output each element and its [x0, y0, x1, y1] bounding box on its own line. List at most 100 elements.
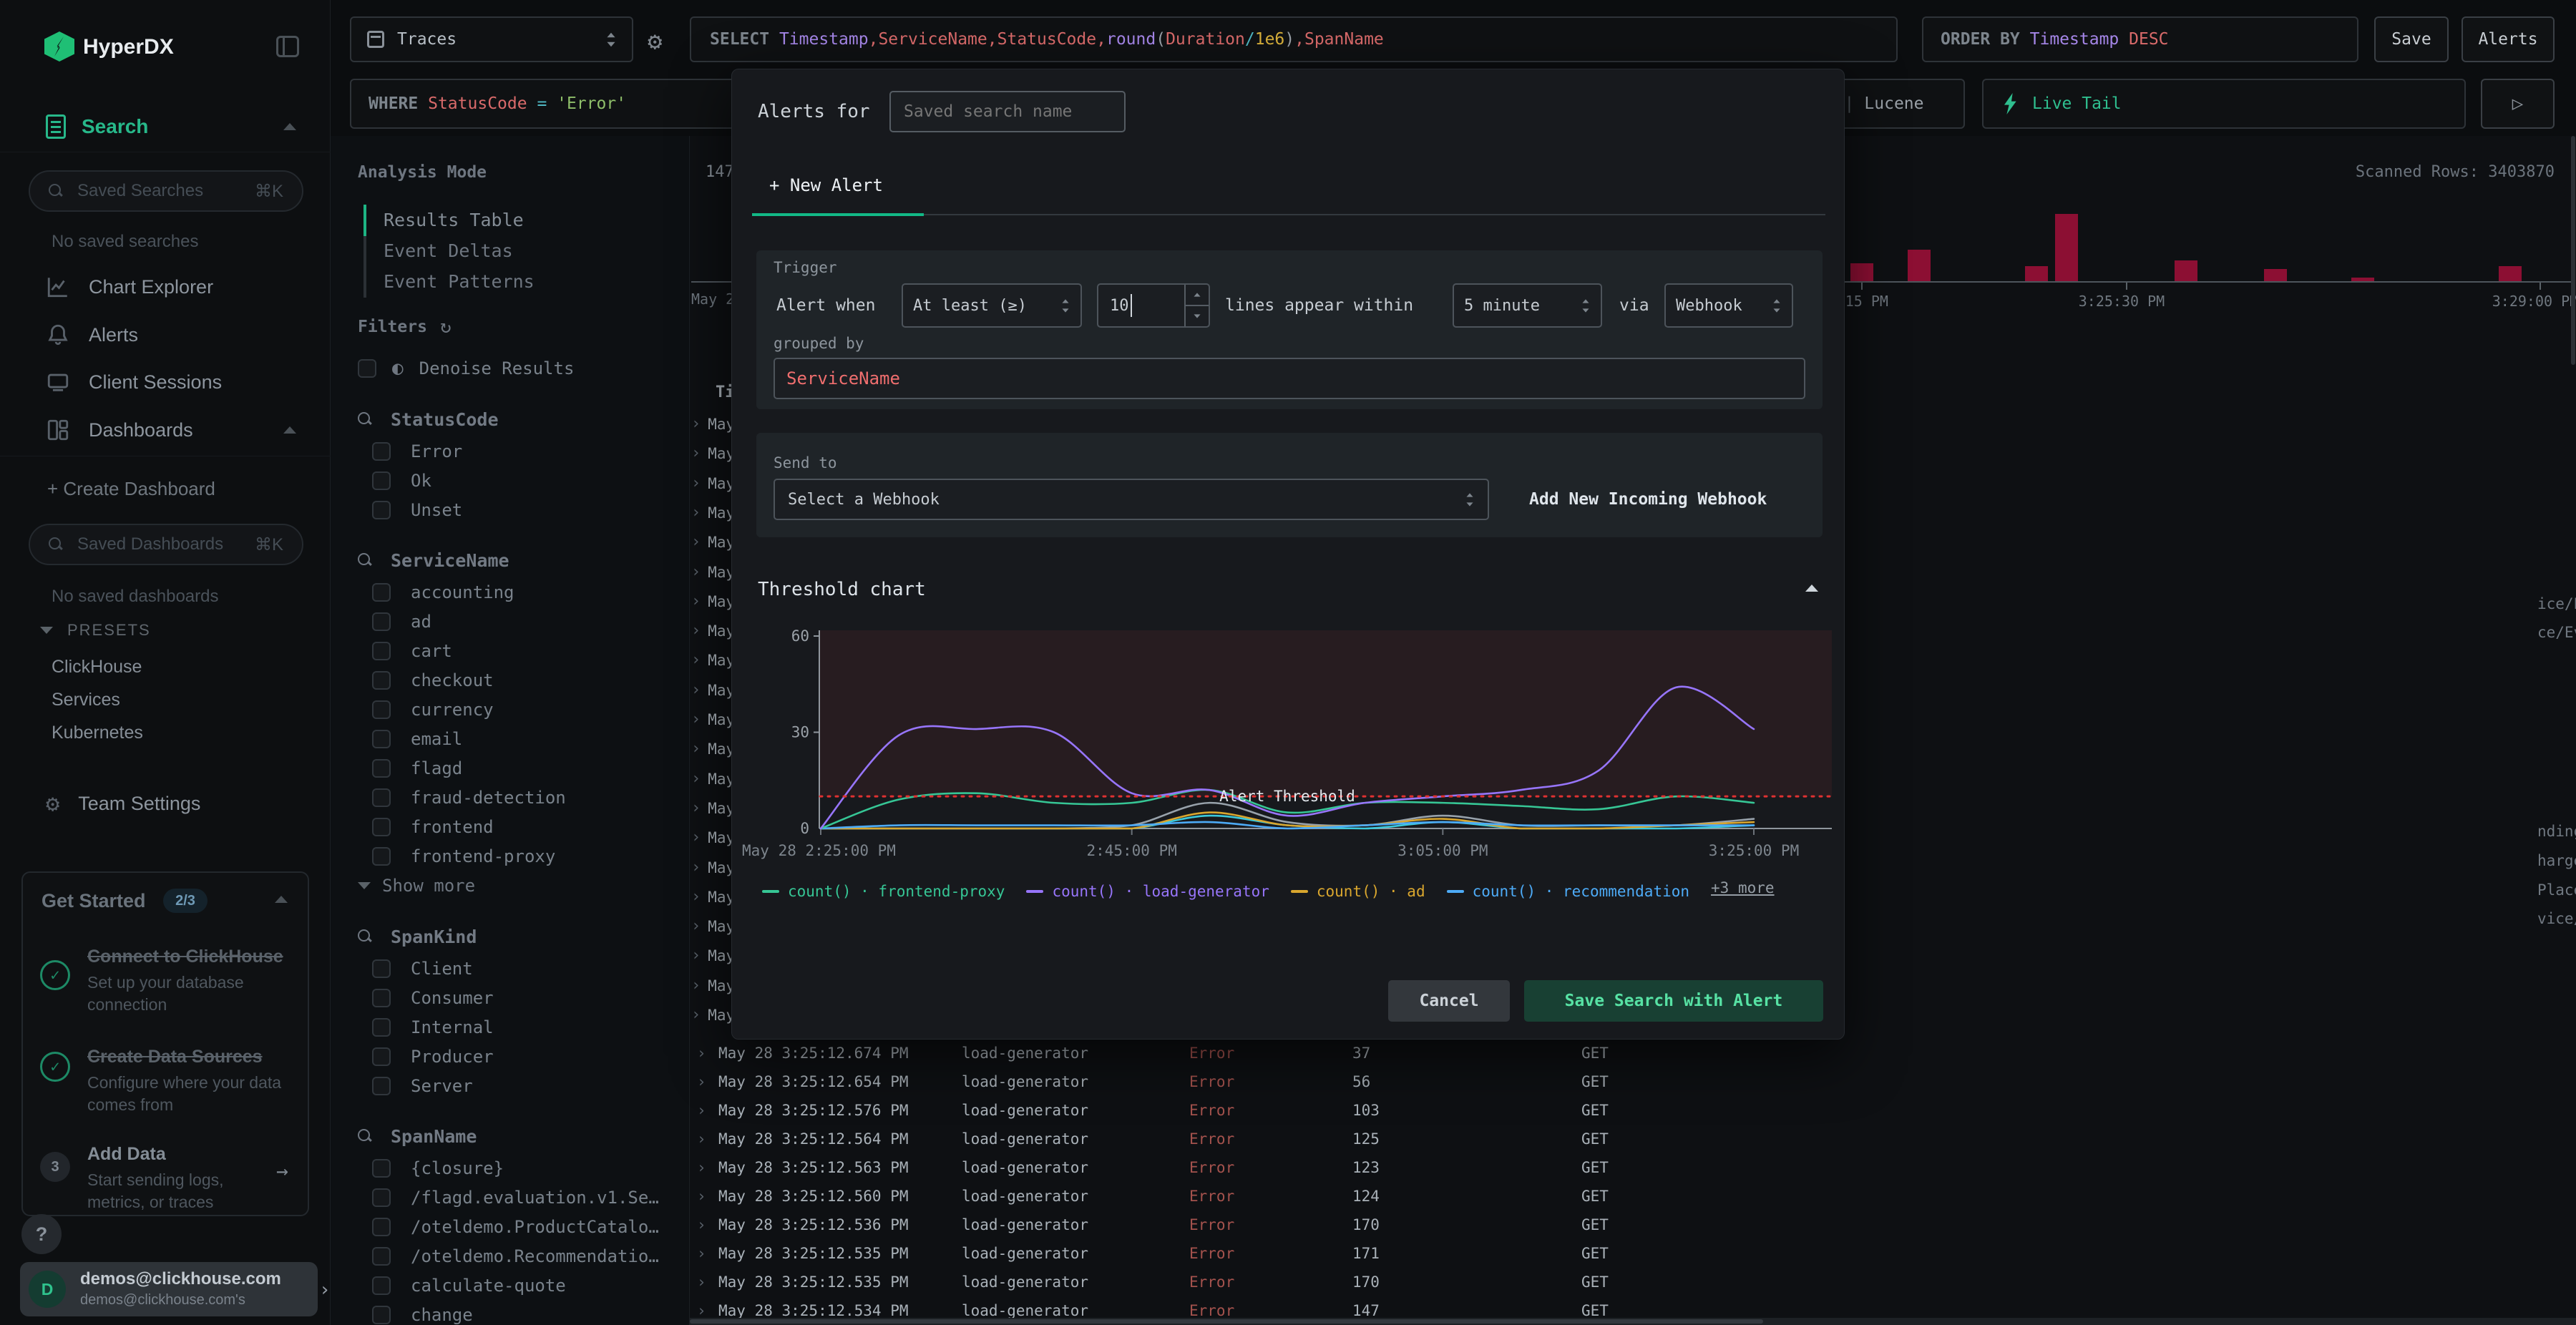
filter-option[interactable]: Error	[358, 436, 673, 466]
run-query-button[interactable]: ▷	[2481, 79, 2555, 129]
checkbox[interactable]	[372, 1276, 391, 1295]
chevron-right-icon[interactable]: ›	[319, 1279, 331, 1301]
table-row-peek[interactable]: › May 28	[691, 734, 733, 763]
preset-kubernetes[interactable]: Kubernetes	[52, 723, 143, 743]
row-expand-chevron-icon[interactable]: ›	[691, 681, 701, 699]
saved-searches-input[interactable]: Saved Searches ⌘K	[29, 170, 303, 212]
condition-select[interactable]: At least (≥)	[902, 283, 1082, 328]
vertical-scrollbar[interactable]	[2571, 136, 2575, 365]
get-started-item[interactable]: 3 Add Data Start sending logs, metrics, …	[40, 1142, 293, 1213]
row-expand-chevron-icon[interactable]: ›	[691, 888, 701, 906]
checkbox[interactable]	[372, 612, 391, 631]
checkbox[interactable]	[372, 817, 391, 836]
filter-option[interactable]: frontend-proxy	[358, 841, 673, 871]
checkbox[interactable]	[372, 788, 391, 807]
row-expand-chevron-icon[interactable]: ›	[691, 799, 701, 817]
column-header-timestamp[interactable]: Timestamp	[716, 383, 733, 405]
table-row-peek[interactable]: › May 28	[691, 764, 733, 793]
row-expand-chevron-icon[interactable]: ›	[691, 1006, 701, 1024]
row-expand-chevron-icon[interactable]: ›	[691, 592, 701, 610]
checkbox[interactable]	[372, 988, 391, 1007]
denoise-toggle[interactable]: ◐ Denoise Results	[358, 358, 574, 379]
checkbox[interactable]	[372, 441, 391, 461]
save-search-with-alert-button[interactable]: Save Search with Alert	[1524, 980, 1823, 1022]
checkbox[interactable]	[372, 729, 391, 748]
row-expand-chevron-icon[interactable]: ›	[691, 474, 701, 492]
table-row-peek[interactable]: › May 28	[691, 409, 733, 439]
user-menu[interactable]: D demos@clickhouse.com demos@clickhouse.…	[20, 1262, 318, 1316]
checkbox[interactable]	[372, 1246, 391, 1266]
filter-option[interactable]: Server	[358, 1071, 673, 1100]
table-row[interactable]: › May 28 3:25:12.674 PM load-generator Erro…	[691, 1039, 2552, 1067]
checkbox[interactable]	[372, 1017, 391, 1037]
filter-option[interactable]: change	[358, 1300, 673, 1325]
row-expand-chevron-icon[interactable]: ›	[691, 504, 701, 522]
filter-option[interactable]: email	[358, 724, 673, 753]
channel-select[interactable]: Webhook	[1664, 283, 1793, 328]
sql-select-input[interactable]: SELECT Timestamp, ServiceName, StatusCode,…	[690, 16, 1898, 62]
table-row-peek[interactable]: › May 28	[691, 527, 733, 557]
table-row-peek[interactable]: › May 28	[691, 675, 733, 705]
row-expand-chevron-icon[interactable]: ›	[697, 1182, 706, 1211]
row-expand-chevron-icon[interactable]: ›	[697, 1239, 706, 1268]
checkbox[interactable]	[372, 1305, 391, 1324]
row-expand-chevron-icon[interactable]: ›	[691, 651, 701, 669]
get-started-item[interactable]: ✓ Create Data Sources Configure where yo…	[40, 1045, 293, 1116]
sidebar-item-search[interactable]: Search	[46, 114, 148, 139]
table-row-peek[interactable]: › May 28	[691, 882, 733, 911]
collapse-sidebar-icon[interactable]	[276, 36, 299, 57]
filter-option[interactable]: /flagd.evaluation.v1.Se…	[358, 1183, 673, 1212]
table-row[interactable]: › May 28 3:25:12.564 PM load-generator Erro…	[691, 1125, 2552, 1153]
filter-option[interactable]: checkout	[358, 665, 673, 695]
row-expand-chevron-icon[interactable]: ›	[697, 1268, 706, 1296]
gear-icon[interactable]: ⚙	[648, 27, 662, 56]
filter-option[interactable]: /oteldemo.ProductCatalo…	[358, 1212, 673, 1241]
filter-option[interactable]: cart	[358, 636, 673, 665]
filter-option[interactable]: flagd	[358, 753, 673, 783]
chevron-up-icon[interactable]	[283, 426, 296, 434]
presets-toggle[interactable]: PRESETS	[40, 621, 151, 640]
time-window-select[interactable]: 5 minute	[1453, 283, 1602, 328]
saved-dashboards-input[interactable]: Saved Dashboards ⌘K	[29, 524, 303, 565]
legend-more-button[interactable]: +3 more	[1711, 879, 1775, 896]
checkbox[interactable]	[372, 758, 391, 778]
number-stepper[interactable]	[1184, 285, 1209, 326]
filter-option[interactable]: frontend	[358, 812, 673, 841]
chevron-up-icon[interactable]	[283, 123, 296, 130]
table-row-peek[interactable]: › May 28	[691, 1000, 733, 1030]
row-expand-chevron-icon[interactable]: ›	[691, 917, 701, 935]
row-expand-chevron-icon[interactable]: ›	[697, 1211, 706, 1239]
table-row[interactable]: › May 28 3:25:12.535 PM load-generator Erro…	[691, 1268, 2552, 1296]
table-row-peek[interactable]: › May 28	[691, 941, 733, 970]
chevron-up-icon[interactable]	[275, 896, 288, 903]
checkbox[interactable]	[372, 670, 391, 690]
table-row-peek[interactable]: › May 28	[691, 439, 733, 468]
create-dashboard-button[interactable]: + Create Dashboard	[47, 478, 215, 500]
table-row-peek[interactable]: › May 28	[691, 498, 733, 527]
sidebar-item-dashboards[interactable]: Dashboards	[46, 418, 193, 442]
row-expand-chevron-icon[interactable]: ›	[697, 1153, 706, 1182]
row-expand-chevron-icon[interactable]: ›	[691, 977, 701, 994]
row-expand-chevron-icon[interactable]: ›	[691, 415, 701, 433]
tab-new-alert[interactable]: + New Alert	[769, 175, 883, 195]
order-by-input[interactable]: ORDER BY Timestamp DESC	[1922, 16, 2358, 62]
checkbox[interactable]	[372, 1217, 391, 1236]
filter-option[interactable]: Unset	[358, 495, 673, 524]
filter-option[interactable]: fraud-detection	[358, 783, 673, 812]
source-select[interactable]: Traces	[350, 16, 633, 62]
live-tail-button[interactable]: Live Tail	[1982, 79, 2466, 129]
row-expand-chevron-icon[interactable]: ›	[697, 1067, 706, 1096]
sidebar-item-team-settings[interactable]: ⚙ Team Settings	[46, 791, 200, 816]
table-row[interactable]: › May 28 3:25:12.535 PM load-generator Erro…	[691, 1239, 2552, 1268]
collapse-chart-icon[interactable]	[1805, 585, 1818, 592]
filter-option[interactable]: currency	[358, 695, 673, 724]
alerts-button[interactable]: Alerts	[2462, 16, 2555, 62]
row-expand-chevron-icon[interactable]: ›	[691, 563, 701, 581]
checkbox[interactable]	[372, 582, 391, 602]
checkbox[interactable]	[372, 1076, 391, 1095]
legend-item[interactable]: count() · recommendation	[1446, 883, 1689, 900]
filter-option[interactable]: ad	[358, 607, 673, 636]
sidebar-item-chart-explorer[interactable]: Chart Explorer	[46, 275, 213, 299]
checkbox[interactable]	[372, 846, 391, 866]
webhook-select[interactable]: Select a Webhook	[774, 479, 1489, 520]
